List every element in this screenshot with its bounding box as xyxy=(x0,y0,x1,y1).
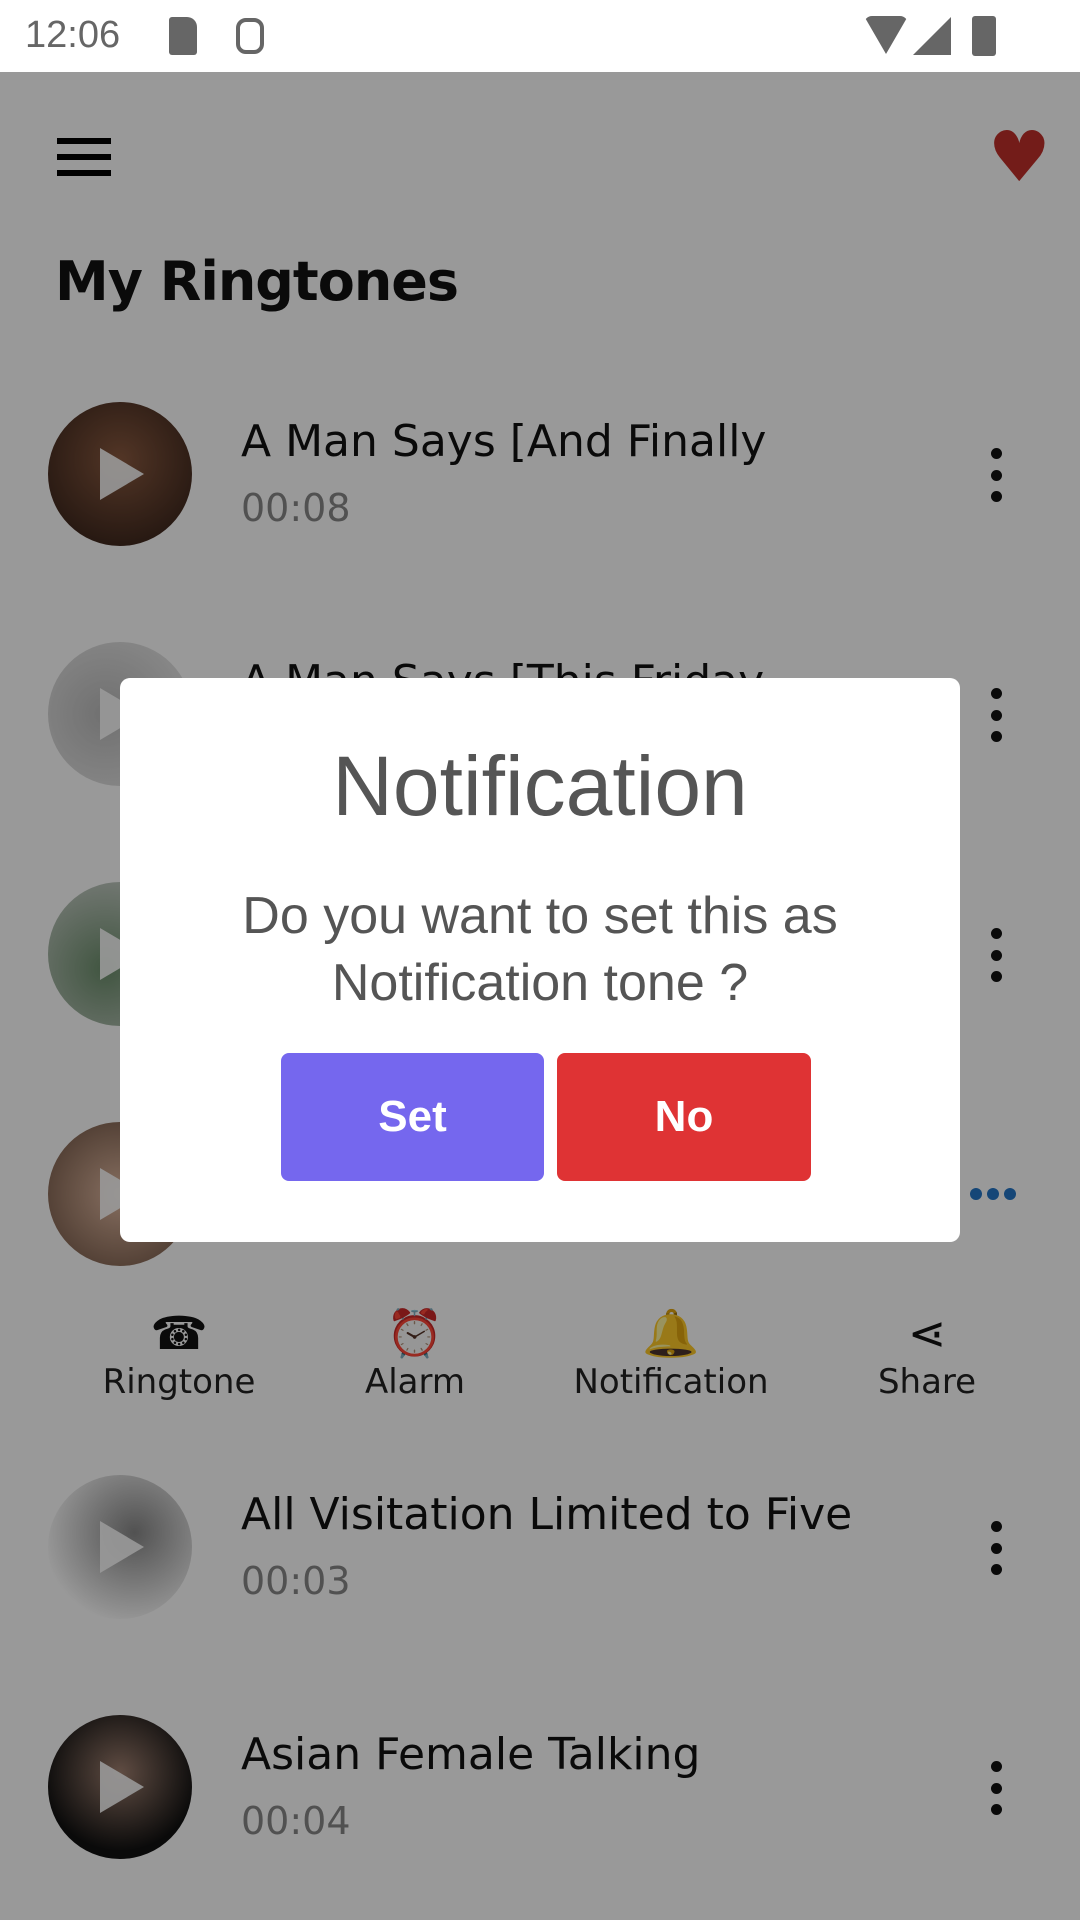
dialog-title: Notification xyxy=(332,739,748,833)
signal-icon xyxy=(913,17,951,55)
status-time: 12:06 xyxy=(25,14,121,56)
set-button[interactable]: Set xyxy=(281,1053,544,1181)
battery-icon xyxy=(972,16,996,56)
sd-card-icon xyxy=(169,17,197,55)
wifi-icon xyxy=(864,16,908,54)
no-button[interactable]: No xyxy=(557,1053,811,1181)
dialog-message: Do you want to set this as Notification … xyxy=(242,887,838,1012)
android-debug-icon xyxy=(236,18,264,54)
status-bar: 12:06 xyxy=(0,0,1080,72)
notification-dialog: Notification Do you want to set this as … xyxy=(120,678,960,1242)
